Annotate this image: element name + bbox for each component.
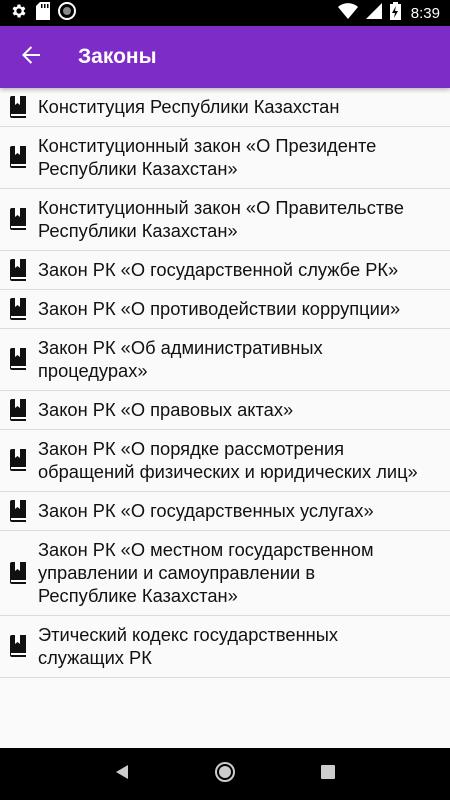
list-item-label: Закон РК «Об административных процедурах…: [38, 337, 323, 381]
list-item[interactable]: Закон РК «О противодействии коррупции»: [0, 290, 450, 329]
list-item-label: Закон РК «О государственных услугах»: [38, 500, 374, 521]
list-item-label: Конституция Республики Казахстан: [38, 96, 340, 117]
list-item-label: Закон РК «О порядке рассмотрения обращен…: [38, 438, 418, 482]
nav-recents-button[interactable]: [308, 754, 348, 794]
book-icon: [10, 258, 28, 281]
app-bar: Законы: [0, 26, 450, 88]
wifi-icon: [337, 2, 358, 24]
home-circle-icon[interactable]: [214, 761, 236, 788]
signal-icon: [365, 2, 382, 24]
list-item-label: Закон РК «О местном государственном упра…: [38, 539, 374, 606]
list-item[interactable]: Закон РК «О местном государственном упра…: [0, 531, 450, 616]
sync-circle-icon: [58, 1, 76, 25]
list-item-label: Конституционный закон «О Президенте Респ…: [38, 135, 377, 179]
status-bar: 8:39: [0, 0, 450, 26]
list-item-label: Закон РК «О правовых актах»: [38, 399, 294, 420]
recents-square-icon[interactable]: [321, 764, 336, 784]
sd-card-icon: [36, 1, 50, 25]
page-title: Законы: [78, 45, 157, 68]
laws-list: Конституция Республики Казахстан Конститу…: [0, 88, 450, 678]
nav-back-button[interactable]: [102, 754, 142, 794]
back-button[interactable]: [0, 26, 62, 88]
status-time: 8:39: [410, 4, 440, 22]
book-icon: [10, 449, 28, 471]
list-item[interactable]: Конституционный закон «О Президенте Респ…: [0, 127, 450, 189]
list-item[interactable]: Закон РК «О правовых актах»: [0, 391, 450, 430]
book-icon: [10, 208, 28, 230]
nav-home-button[interactable]: [205, 754, 245, 794]
battery-charging-icon: [389, 1, 401, 25]
book-icon: [10, 348, 28, 370]
navigation-bar: [0, 748, 450, 800]
book-icon: [10, 499, 28, 522]
book-icon: [10, 635, 28, 657]
back-triangle-icon[interactable]: [115, 764, 129, 785]
list-item[interactable]: Этический кодекс государственных служащи…: [0, 616, 450, 678]
list-item[interactable]: Закон РК «О государственной службе РК»: [0, 251, 450, 290]
list-item-label: Конституционный закон «О Правительстве Р…: [38, 197, 404, 241]
book-icon: [10, 95, 28, 118]
book-icon: [10, 561, 28, 584]
list-item-label: Закон РК «О государственной службе РК»: [38, 259, 399, 280]
list-item[interactable]: Закон РК «О государственных услугах»: [0, 492, 450, 531]
list-item[interactable]: Закон РК «О порядке рассмотрения обращен…: [0, 430, 450, 492]
list-item[interactable]: Конституция Республики Казахстан: [0, 88, 450, 127]
list-item[interactable]: Закон РК «Об административных процедурах…: [0, 329, 450, 391]
book-icon: [10, 297, 28, 320]
book-icon: [10, 146, 28, 168]
arrow-back-icon[interactable]: [21, 45, 41, 70]
list-item-label: Этический кодекс государственных служащи…: [38, 624, 339, 668]
list-item[interactable]: Конституционный закон «О Правительстве Р…: [0, 189, 450, 251]
gear-icon: [10, 2, 28, 25]
list-item-label: Закон РК «О противодействии коррупции»: [38, 298, 401, 319]
book-icon: [10, 398, 28, 421]
